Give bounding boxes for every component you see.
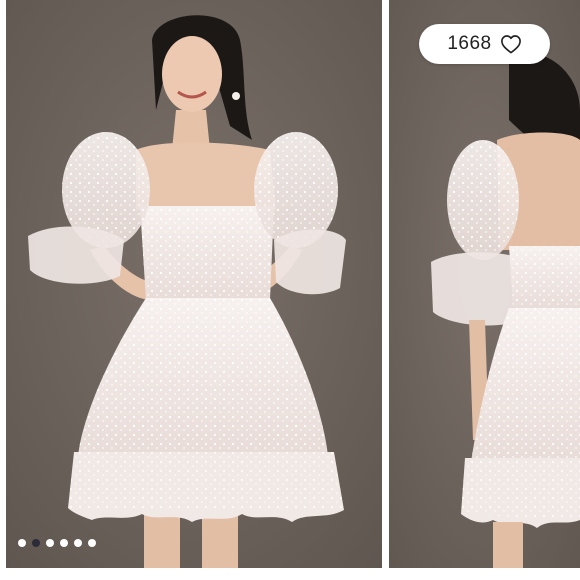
listing-media: 1668 [0, 0, 580, 580]
carousel-dot[interactable] [46, 539, 54, 547]
dress-back-illustration [389, 0, 580, 568]
dress-front-illustration [6, 0, 382, 568]
heart-outline-icon [500, 34, 522, 54]
carousel-dot[interactable] [88, 539, 96, 547]
like-button[interactable]: 1668 [419, 24, 550, 64]
carousel-dot[interactable] [18, 539, 26, 547]
carousel-indicator [18, 539, 96, 547]
product-photo-front[interactable] [6, 0, 382, 568]
carousel-dot[interactable] [32, 539, 40, 547]
carousel-dot[interactable] [60, 539, 68, 547]
product-photo-back[interactable] [389, 0, 580, 568]
carousel-dot[interactable] [74, 539, 82, 547]
like-count: 1668 [447, 33, 492, 54]
